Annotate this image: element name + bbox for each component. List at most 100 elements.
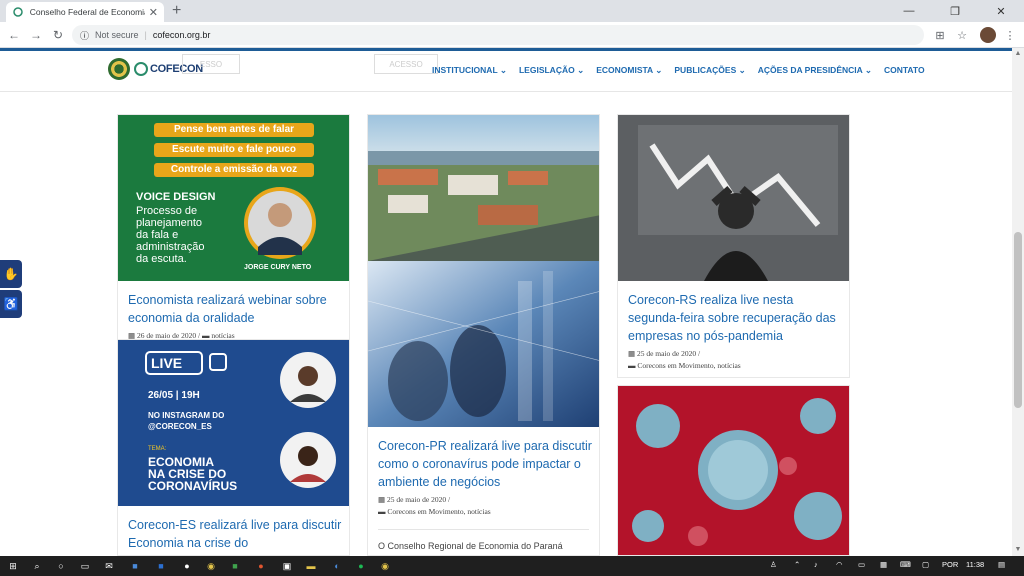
store-icon[interactable]: ▣ xyxy=(280,559,294,573)
tab-close-icon[interactable]: ✕ xyxy=(149,6,158,19)
site-favicon-icon xyxy=(12,6,24,18)
reload-icon[interactable]: ↻ xyxy=(50,27,66,43)
card-category: ▬ Corecons em Movimento, notícias xyxy=(378,507,491,516)
card-category: ▬ Corecons em Movimento, notícias xyxy=(628,361,741,370)
battery-icon[interactable]: ▭ xyxy=(858,560,865,569)
news-card-virus[interactable] xyxy=(617,385,850,556)
restore-icon[interactable]: ❐ xyxy=(932,0,978,22)
display-icon[interactable]: ▢ xyxy=(922,560,929,569)
media-icon[interactable]: ● xyxy=(254,559,268,573)
menu-contato[interactable]: CONTATO xyxy=(884,65,925,76)
wifi-icon[interactable]: ◠ xyxy=(836,560,843,569)
tab-strip: Conselho Federal de Economia - ✕ + — ❐ ✕ xyxy=(0,0,1024,22)
scroll-down-icon[interactable]: ▼ xyxy=(1012,544,1024,556)
menu-economista[interactable]: ECONOMISTA ⌄ xyxy=(596,65,662,76)
menu-acoes-presidencia[interactable]: AÇÕES DA PRESIDÊNCIA ⌄ xyxy=(758,65,872,76)
card-excerpt: O Conselho Regional de Economia do Paran… xyxy=(378,541,563,551)
site-header: COFECON ESSO ACESSO INSTITUCIONAL ⌄ LEGI… xyxy=(0,48,1012,92)
bookmark-star-icon[interactable]: ☆ xyxy=(954,27,970,43)
faded-access-button-2[interactable]: ACESSO xyxy=(374,54,438,74)
es-when: 26/05 | 19H xyxy=(148,390,200,401)
voice-body: Processo de planejamento da fala e admin… xyxy=(136,205,205,265)
city-aerial-photo xyxy=(368,115,599,261)
es-tema-label: TEMA: xyxy=(148,446,167,452)
word-icon[interactable]: ■ xyxy=(154,559,168,573)
language-indicator[interactable]: POR xyxy=(942,560,958,569)
window-close-icon[interactable]: ✕ xyxy=(978,0,1024,22)
page-scrollbar[interactable]: ▲ ▼ xyxy=(1012,48,1024,556)
card-date: ▦ 25 de maio de 2020 / xyxy=(378,495,451,504)
news-card-rs[interactable]: Corecon-RS realiza live nesta segunda-fe… xyxy=(617,114,850,378)
address-bar[interactable]: ⓘ Not secure | cofecon.org.br xyxy=(72,25,924,45)
web-page: COFECON ESSO ACESSO INSTITUCIONAL ⌄ LEGI… xyxy=(0,48,1012,556)
faded-access-button-1[interactable]: ESSO xyxy=(182,54,240,74)
people-icon[interactable]: ♙ xyxy=(770,560,777,569)
menu-kebab-icon[interactable]: ⋮ xyxy=(1002,27,1018,43)
card-title-link[interactable]: Corecon-RS realiza live nesta segunda-fe… xyxy=(628,291,843,345)
info-icon[interactable]: ⓘ xyxy=(80,29,89,42)
notifications-icon[interactable]: ▤ xyxy=(998,560,1005,569)
banner-line-3: Controle a emissão da voz xyxy=(170,164,298,175)
chrome-active-icon[interactable]: ◉ xyxy=(378,559,392,573)
outlook-icon[interactable]: ■ xyxy=(128,559,142,573)
brazil-seal-icon xyxy=(108,58,130,80)
chevron-down-icon: ⌄ xyxy=(499,65,507,75)
chevron-down-icon: ⌄ xyxy=(738,65,746,75)
business-network-image xyxy=(368,261,599,427)
back-arrow-icon[interactable]: ← xyxy=(6,27,22,43)
tray-chevron-icon[interactable]: ⌃ xyxy=(794,560,800,569)
clock[interactable]: 11:38 xyxy=(966,560,984,569)
news-card-es[interactable]: LIVE 26/05 | 19H NO INSTAGRAM DO @CORECO… xyxy=(117,339,350,556)
sign-language-icon[interactable]: ✋ xyxy=(0,260,22,288)
calendar-icon: ▦ xyxy=(378,495,386,504)
spotify-icon[interactable]: ● xyxy=(354,559,368,573)
url-text[interactable]: cofecon.org.br xyxy=(153,30,211,40)
task-view-icon[interactable]: ▭ xyxy=(78,559,92,573)
chevron-down-icon: ⌄ xyxy=(577,65,585,75)
news-card-voice[interactable]: Pense bem antes de falar Escute muito e … xyxy=(117,114,350,340)
spreadsheet-icon[interactable]: ■ xyxy=(228,559,242,573)
banner-line-2: Escute muito e fale pouco xyxy=(172,144,296,155)
forward-arrow-icon[interactable]: → xyxy=(28,27,44,43)
new-tab-button[interactable]: + xyxy=(172,2,181,20)
menu-legislacao[interactable]: LEGISLAÇÃO ⌄ xyxy=(519,65,584,76)
cortana-icon[interactable]: ○ xyxy=(54,559,68,573)
voice-person-name: JORGE CURY NETO xyxy=(244,264,312,271)
card-title-link[interactable]: Corecon-ES realizará live para discutir … xyxy=(128,516,343,552)
es-where: NO INSTAGRAM DO @CORECON_ES xyxy=(148,411,225,431)
header-accent-line xyxy=(0,48,1012,51)
cofecon-mark-icon xyxy=(134,62,148,76)
windows-taskbar: ⊞ ⌕ ○ ▭ ✉ ■ ■ ● ◉ ■ ● ▣ ▬ ◐ ● ◉ ♙ ⌃ ♪ ◠ … xyxy=(0,556,1024,576)
card-divider xyxy=(378,529,589,530)
man-facing-chart-photo xyxy=(618,115,849,281)
folder-icon: ▬ xyxy=(628,361,636,370)
chevron-down-icon: ⌄ xyxy=(655,65,663,75)
profile-avatar[interactable] xyxy=(980,27,996,43)
card-title-link[interactable]: Corecon-PR realizará live para discutir … xyxy=(378,437,593,491)
scroll-up-icon[interactable]: ▲ xyxy=(1012,48,1024,60)
card-title-link[interactable]: Economista realizará webinar sobre econo… xyxy=(128,291,343,327)
voice-heading: VOICE DESIGN xyxy=(136,191,216,203)
mail-icon[interactable]: ✉ xyxy=(102,559,116,573)
coronavirus-image xyxy=(618,386,849,555)
windows-start-icon[interactable]: ⊞ xyxy=(6,559,20,573)
scroll-thumb[interactable] xyxy=(1014,232,1022,408)
news-card-pr[interactable]: Corecon-PR realizará live para discutir … xyxy=(367,114,600,556)
app-icon[interactable]: ● xyxy=(180,559,194,573)
translate-icon[interactable]: ⊞ xyxy=(932,27,948,43)
minimize-icon[interactable]: — xyxy=(886,0,932,22)
edge-icon[interactable]: ◐ xyxy=(330,559,344,573)
volume-icon[interactable]: ♪ xyxy=(814,560,818,569)
browser-tab[interactable]: Conselho Federal de Economia - ✕ xyxy=(6,2,164,22)
menu-institucional[interactable]: INSTITUCIONAL ⌄ xyxy=(432,65,507,76)
folder-icon[interactable]: ▬ xyxy=(304,559,318,573)
menu-publicacoes[interactable]: PUBLICAÇÕES ⌄ xyxy=(674,65,745,76)
banner-line-1: Pense bem antes de falar xyxy=(173,124,295,135)
audio-accessibility-icon[interactable]: ♿ xyxy=(0,290,22,318)
chevron-down-icon: ⌄ xyxy=(864,65,872,75)
search-icon[interactable]: ⌕ xyxy=(30,559,44,573)
chrome-icon[interactable]: ◉ xyxy=(204,559,218,573)
network-icon[interactable]: ▦ xyxy=(880,560,887,569)
keyboard-icon[interactable]: ⌨ xyxy=(900,560,911,569)
tab-title: Conselho Federal de Economia - xyxy=(29,7,145,17)
